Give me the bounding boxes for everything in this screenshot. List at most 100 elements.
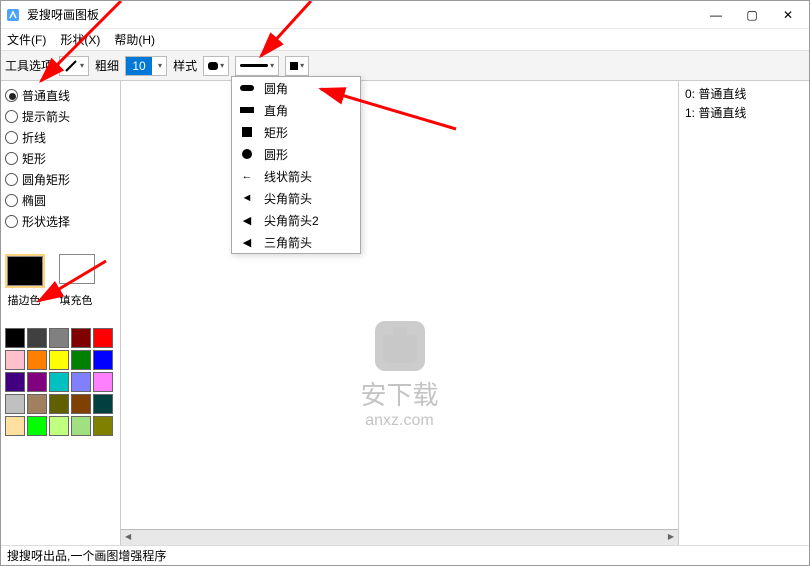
cap-round-icon <box>208 62 218 70</box>
palette-swatch[interactable] <box>49 416 69 436</box>
history-item[interactable]: 0: 普通直线 <box>685 85 803 102</box>
dd-item-label: 圆角 <box>264 80 288 97</box>
palette-swatch[interactable] <box>49 350 69 370</box>
history-panel: 0: 普通直线 1: 普通直线 <box>679 81 809 545</box>
palette-swatch[interactable] <box>71 372 91 392</box>
palette-swatch[interactable] <box>27 394 47 414</box>
dd-item-arrow-tri[interactable]: ◀ 三角箭头 <box>232 231 360 253</box>
thickness-input[interactable] <box>126 57 152 75</box>
palette-swatch[interactable] <box>5 394 25 414</box>
palette-swatch[interactable] <box>93 416 113 436</box>
dd-item-arrow-sharp2[interactable]: ◀ 尖角箭头2 <box>232 209 360 231</box>
line-tool-icon <box>64 59 78 73</box>
palette-swatch[interactable] <box>93 394 113 414</box>
palette-swatch[interactable] <box>27 350 47 370</box>
style-label: 样式 <box>173 57 197 74</box>
canvas-area: 安下载 anxz.com <box>121 81 679 545</box>
palette-swatch[interactable] <box>49 394 69 414</box>
stroke-color-swatch[interactable] <box>5 254 45 288</box>
palette-swatch[interactable] <box>5 350 25 370</box>
cap-square-icon <box>240 107 254 113</box>
radio-normal-line[interactable]: 普通直线 <box>5 87 116 104</box>
palette-swatch[interactable] <box>71 350 91 370</box>
stroke-color-box <box>7 256 43 286</box>
chevron-down-icon: ▾ <box>300 61 304 70</box>
radio-label: 普通直线 <box>22 87 70 104</box>
maximize-button[interactable]: ▢ <box>745 8 759 22</box>
cap-start-dropdown[interactable]: ▾ <box>203 56 229 76</box>
radio-hint-arrow[interactable]: 提示箭头 <box>5 108 116 125</box>
palette-swatch[interactable] <box>5 416 25 436</box>
title-bar: 爱搜呀画图板 — ▢ ✕ <box>1 1 809 29</box>
radio-polyline[interactable]: 折线 <box>5 129 116 146</box>
fill-color-box <box>59 254 95 284</box>
shape-radio-group: 普通直线 提示箭头 折线 矩形 圆角矩形 椭圆 <box>5 87 116 230</box>
radio-ellipse[interactable]: 椭圆 <box>5 192 116 209</box>
dd-item-label: 直角 <box>264 102 288 119</box>
radio-rounded-rectangle[interactable]: 圆角矩形 <box>5 171 116 188</box>
cap-style-dropdown-menu: 圆角 直角 矩形 圆形 ← 线状箭头 ◄ 尖角箭头 ◀ 尖角箭头2 ◀ 三角箭头 <box>231 76 361 254</box>
palette-swatch[interactable] <box>27 416 47 436</box>
radio-icon <box>5 194 18 207</box>
radio-label: 圆角矩形 <box>22 171 70 188</box>
line-style-icon <box>240 64 268 67</box>
radio-icon <box>5 152 18 165</box>
thickness-field[interactable]: ▾ <box>125 56 167 76</box>
dd-item-circle[interactable]: 圆形 <box>232 143 360 165</box>
palette-swatch[interactable] <box>49 372 69 392</box>
watermark-icon <box>374 321 424 371</box>
palette-swatch[interactable] <box>71 328 91 348</box>
line-style-dropdown[interactable]: ▾ <box>235 56 279 76</box>
palette-swatch[interactable] <box>5 328 25 348</box>
close-button[interactable]: ✕ <box>781 8 795 22</box>
dd-item-label: 矩形 <box>264 124 288 141</box>
palette-swatch[interactable] <box>71 416 91 436</box>
radio-label: 形状选择 <box>22 213 70 230</box>
palette-swatch[interactable] <box>93 350 113 370</box>
menu-file[interactable]: 文件(F) <box>7 31 46 48</box>
radio-rectangle[interactable]: 矩形 <box>5 150 116 167</box>
color-section: 描边色 填充色 <box>5 254 116 308</box>
chevron-down-icon: ▾ <box>80 61 84 70</box>
toolbar: 工具选项 ▾ 粗细 ▾ 样式 ▾ ▾ ▾ <box>1 51 809 81</box>
minimize-button[interactable]: — <box>709 8 723 22</box>
dd-item-rect[interactable]: 矩形 <box>232 121 360 143</box>
dd-item-label: 三角箭头 <box>264 234 312 251</box>
palette-swatch[interactable] <box>93 328 113 348</box>
horizontal-scrollbar[interactable] <box>121 529 678 545</box>
tool-options-label: 工具选项 <box>5 57 53 74</box>
radio-shape-select[interactable]: 形状选择 <box>5 213 116 230</box>
palette-swatch[interactable] <box>49 328 69 348</box>
palette-swatch[interactable] <box>27 328 47 348</box>
tool-options-dropdown[interactable]: ▾ <box>59 56 89 76</box>
menu-shape[interactable]: 形状(X) <box>60 31 100 48</box>
dd-item-label: 圆形 <box>264 146 288 163</box>
fill-color-label: 填充色 <box>57 292 95 308</box>
arrow-sharp2-icon: ◀ <box>238 214 256 227</box>
menu-bar: 文件(F) 形状(X) 帮助(H) <box>1 29 809 51</box>
palette-swatch[interactable] <box>27 372 47 392</box>
chevron-down-icon: ▾ <box>270 61 274 70</box>
radio-label: 折线 <box>22 129 46 146</box>
dd-item-arrow-line[interactable]: ← 线状箭头 <box>232 165 360 187</box>
dd-item-square[interactable]: 直角 <box>232 99 360 121</box>
cap-end-dropdown[interactable]: ▾ <box>285 56 309 76</box>
radio-label: 矩形 <box>22 150 46 167</box>
dd-item-arrow-sharp[interactable]: ◄ 尖角箭头 <box>232 187 360 209</box>
thickness-label: 粗细 <box>95 57 119 74</box>
palette-swatch[interactable] <box>93 372 113 392</box>
dd-item-label: 线状箭头 <box>264 168 312 185</box>
dd-item-round[interactable]: 圆角 <box>232 77 360 99</box>
dd-item-label: 尖角箭头2 <box>264 212 319 229</box>
canvas[interactable]: 安下载 anxz.com <box>121 81 678 529</box>
palette-swatch[interactable] <box>5 372 25 392</box>
arrow-line-icon: ← <box>238 170 256 182</box>
radio-icon <box>5 173 18 186</box>
cap-round-icon <box>240 85 254 91</box>
palette-swatch[interactable] <box>71 394 91 414</box>
history-item[interactable]: 1: 普通直线 <box>685 104 803 121</box>
watermark-text-1: 安下载 <box>360 375 438 412</box>
radio-icon <box>5 110 18 123</box>
menu-help[interactable]: 帮助(H) <box>114 31 155 48</box>
fill-color-swatch[interactable] <box>59 254 95 288</box>
